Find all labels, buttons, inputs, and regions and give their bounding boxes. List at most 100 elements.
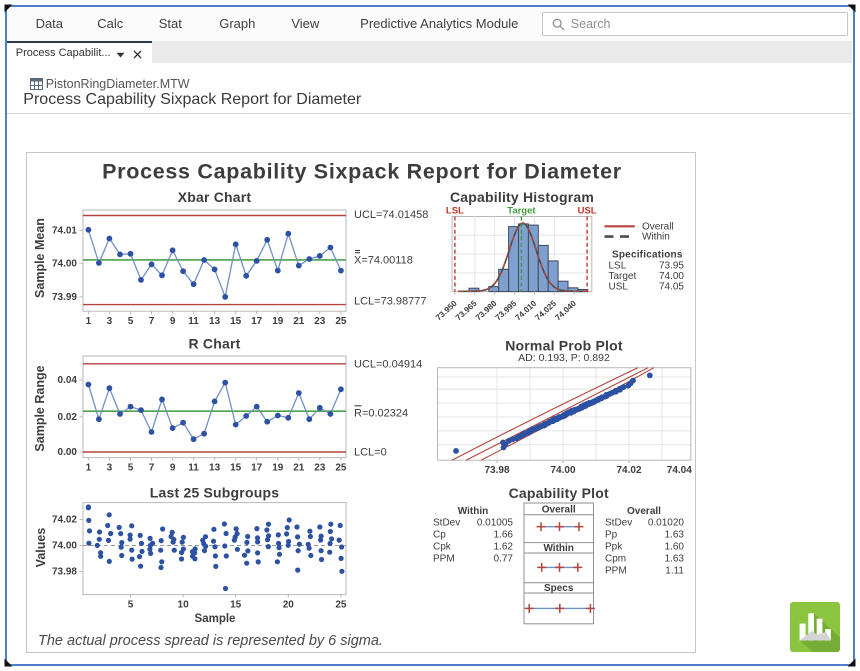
svg-text:7: 7 xyxy=(149,316,155,327)
svg-text:7: 7 xyxy=(149,463,155,474)
svg-text:StDev: StDev xyxy=(433,518,460,529)
svg-text:74.010: 74.010 xyxy=(514,299,539,323)
svg-text:73.95: 73.95 xyxy=(659,261,684,272)
svg-text:Cp: Cp xyxy=(433,530,446,541)
svg-text:73.99: 73.99 xyxy=(52,292,77,303)
svg-text:25: 25 xyxy=(335,600,347,611)
svg-text:74.05: 74.05 xyxy=(659,282,684,293)
svg-text:1.63: 1.63 xyxy=(665,530,685,541)
svg-text:5: 5 xyxy=(128,463,134,474)
svg-text:Specifications: Specifications xyxy=(612,250,683,261)
svg-text:X=74.00118: X=74.00118 xyxy=(354,255,413,267)
svg-text:Ppk: Ppk xyxy=(605,542,623,553)
svg-text:0.77: 0.77 xyxy=(494,554,514,565)
svg-text:1: 1 xyxy=(86,316,92,327)
svg-text:PPM: PPM xyxy=(433,554,455,565)
svg-text:Capability Plot: Capability Plot xyxy=(509,485,609,501)
svg-text:LSL: LSL xyxy=(446,206,464,217)
svg-text:LSL: LSL xyxy=(609,261,627,272)
svg-text:AD: 0.193, P: 0.892: AD: 0.193, P: 0.892 xyxy=(518,352,610,364)
svg-text:11: 11 xyxy=(188,316,199,327)
svg-text:StDev: StDev xyxy=(605,518,632,529)
svg-text:74.00: 74.00 xyxy=(550,465,575,476)
svg-text:USL: USL xyxy=(578,206,597,217)
svg-text:0.04: 0.04 xyxy=(58,375,78,386)
svg-text:Within: Within xyxy=(642,232,670,243)
svg-text:9: 9 xyxy=(170,463,176,474)
svg-text:1.62: 1.62 xyxy=(494,542,514,553)
svg-text:73.980: 73.980 xyxy=(474,299,499,323)
svg-text:73.98: 73.98 xyxy=(484,465,509,476)
svg-text:1.11: 1.11 xyxy=(665,566,684,577)
svg-text:Within: Within xyxy=(543,543,573,554)
svg-text:R=0.02324: R=0.02324 xyxy=(354,408,408,420)
svg-text:Sample Range: Sample Range xyxy=(33,365,47,451)
svg-text:Target: Target xyxy=(507,206,536,217)
svg-text:Last 25 Subgroups: Last 25 Subgroups xyxy=(150,485,279,501)
svg-text:1.66: 1.66 xyxy=(494,530,514,541)
svg-text:9: 9 xyxy=(170,316,176,327)
svg-text:73.995: 73.995 xyxy=(494,299,519,323)
svg-text:Cpm: Cpm xyxy=(605,554,626,565)
svg-text:74.02: 74.02 xyxy=(616,465,641,476)
svg-text:Target: Target xyxy=(609,271,637,282)
svg-text:17: 17 xyxy=(251,463,263,474)
svg-text:PPM: PPM xyxy=(605,566,627,577)
svg-text:23: 23 xyxy=(314,316,326,327)
svg-text:USL: USL xyxy=(609,282,629,293)
svg-text:Specs: Specs xyxy=(544,583,574,594)
svg-text:3: 3 xyxy=(107,316,113,327)
svg-text:74.02: 74.02 xyxy=(52,515,77,526)
svg-text:23: 23 xyxy=(314,463,326,474)
svg-text:0.01020: 0.01020 xyxy=(648,518,685,529)
svg-text:19: 19 xyxy=(272,316,284,327)
svg-text:15: 15 xyxy=(230,316,242,327)
svg-text:Overall: Overall xyxy=(627,506,661,517)
svg-text:74.01: 74.01 xyxy=(52,225,77,236)
svg-text:74.040: 74.040 xyxy=(553,299,578,323)
svg-text:Within: Within xyxy=(458,506,488,517)
svg-text:LCL=73.98777: LCL=73.98777 xyxy=(354,296,426,308)
svg-text:21: 21 xyxy=(293,316,305,327)
svg-text:0.00: 0.00 xyxy=(58,447,78,458)
svg-text:74.00: 74.00 xyxy=(52,541,77,552)
svg-text:13: 13 xyxy=(209,463,221,474)
svg-text:UCL=0.04914: UCL=0.04914 xyxy=(354,359,422,371)
svg-text:10: 10 xyxy=(178,600,190,611)
svg-text:21: 21 xyxy=(293,463,305,474)
svg-text:25: 25 xyxy=(335,316,347,327)
svg-text:15: 15 xyxy=(230,463,242,474)
svg-text:Cpk: Cpk xyxy=(433,542,452,553)
svg-text:25: 25 xyxy=(335,463,347,474)
svg-text:Sample: Sample xyxy=(195,613,236,625)
svg-text:The actual process spread is r: The actual process spread is represented… xyxy=(38,633,383,649)
svg-text:5: 5 xyxy=(128,600,134,611)
svg-text:73.950: 73.950 xyxy=(434,299,459,323)
svg-text:Sample Mean: Sample Mean xyxy=(33,218,47,298)
svg-text:15: 15 xyxy=(230,600,242,611)
svg-text:73.98: 73.98 xyxy=(52,567,77,578)
svg-text:17: 17 xyxy=(251,316,263,327)
svg-text:Values: Values xyxy=(34,528,48,568)
svg-text:1.63: 1.63 xyxy=(665,554,685,565)
svg-text:74.04: 74.04 xyxy=(667,465,692,476)
svg-text:20: 20 xyxy=(283,600,295,611)
svg-text:5: 5 xyxy=(128,316,134,327)
svg-text:R Chart: R Chart xyxy=(189,336,241,352)
svg-text:13: 13 xyxy=(209,316,221,327)
svg-text:19: 19 xyxy=(272,463,284,474)
svg-text:UCL=74.01458: UCL=74.01458 xyxy=(354,209,428,221)
svg-text:74.00: 74.00 xyxy=(52,258,77,269)
svg-text:Process Capability Sixpack Rep: Process Capability Sixpack Report for Di… xyxy=(102,160,622,184)
svg-text:73.965: 73.965 xyxy=(454,299,479,323)
svg-text:1.60: 1.60 xyxy=(665,542,685,553)
svg-text:Overall: Overall xyxy=(542,505,576,516)
svg-text:Pp: Pp xyxy=(605,530,618,541)
svg-text:1: 1 xyxy=(86,463,92,474)
svg-text:0.01005: 0.01005 xyxy=(477,518,514,529)
svg-text:3: 3 xyxy=(107,463,113,474)
svg-text:LCL=0: LCL=0 xyxy=(354,447,387,459)
svg-text:Capability Histogram: Capability Histogram xyxy=(450,189,594,205)
svg-text:11: 11 xyxy=(188,463,199,474)
svg-text:74.00: 74.00 xyxy=(659,271,684,282)
